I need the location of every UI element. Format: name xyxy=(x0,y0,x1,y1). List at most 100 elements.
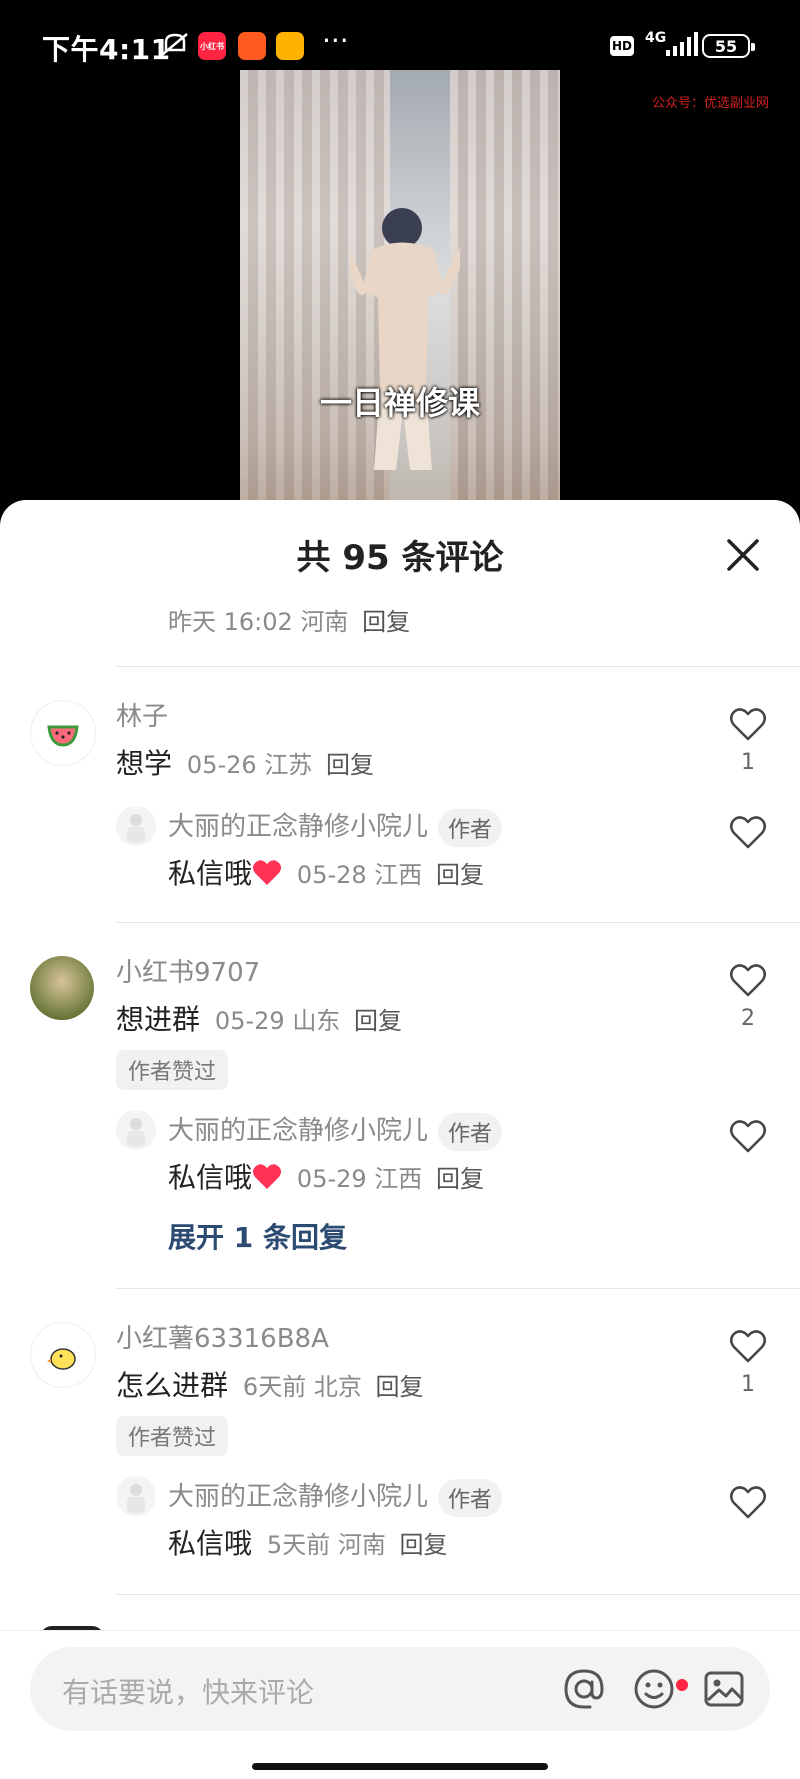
reply-button[interactable]: 回复 xyxy=(436,861,484,889)
comment-time: 05-29 xyxy=(214,1007,285,1035)
divider xyxy=(116,666,800,667)
reply-body[interactable]: 私信哦 05-28 江西 回复 xyxy=(168,852,484,892)
divider xyxy=(116,922,800,923)
comment-username[interactable]: 林子 xyxy=(116,696,168,733)
reply-username[interactable]: 大丽的正念静修小院儿 xyxy=(168,1482,428,1512)
heart-outline-icon xyxy=(730,708,766,741)
author-avatar[interactable] xyxy=(116,1110,156,1150)
avatar[interactable] xyxy=(30,956,94,1020)
at-icon xyxy=(564,1669,604,1709)
reply-location: 江西 xyxy=(374,861,423,889)
divider xyxy=(116,1594,800,1595)
signal-icon xyxy=(666,32,698,56)
reply-time: 05-29 xyxy=(296,1165,367,1193)
reply-text: 私信哦 xyxy=(168,857,253,890)
comments-sheet: 共 95 条评论 昨天 16:02 河南 回复 林子 想学 05-26 江苏 回… xyxy=(0,500,800,1779)
reply-username-row: 大丽的正念静修小院儿 作者 xyxy=(168,1476,503,1517)
emoji-button[interactable] xyxy=(632,1667,676,1711)
watermark: 公众号：优选副业网 xyxy=(652,96,770,111)
video-person-figure xyxy=(350,208,460,470)
author-liked-tag: 作者赞过 xyxy=(116,1416,229,1456)
reply-button[interactable]: 回复 xyxy=(326,751,374,779)
reply-text: 私信哦 xyxy=(168,1527,253,1560)
reply-location: 河南 xyxy=(337,1531,386,1559)
author-avatar-image xyxy=(127,814,145,843)
comment-location: 北京 xyxy=(313,1373,362,1401)
comment-time: 昨天 16:02 xyxy=(168,608,293,636)
author-avatar-image xyxy=(127,1118,145,1147)
avatar[interactable] xyxy=(30,700,96,766)
heart-outline-icon xyxy=(730,1486,766,1519)
avatar[interactable] xyxy=(30,1322,96,1388)
previous-comment-meta: 昨天 16:02 河南 回复 xyxy=(168,602,410,637)
comments-count-title: 共 95 条评论 xyxy=(296,538,504,578)
heart-outline-icon xyxy=(730,816,766,849)
mention-button[interactable] xyxy=(562,1667,606,1711)
reply-button[interactable]: 回复 xyxy=(354,1007,402,1035)
reply-time: 5天前 xyxy=(266,1531,331,1559)
reply-body[interactable]: 私信哦 05-29 江西 回复 xyxy=(168,1156,484,1196)
comment-input-placeholder: 有话要说，快来评论 xyxy=(62,1676,315,1709)
app-icon xyxy=(238,32,266,60)
like-button[interactable]: 1 xyxy=(728,706,768,775)
reply-button[interactable]: 回复 xyxy=(362,608,410,636)
author-badge: 作者 xyxy=(438,1478,503,1517)
status-time: 下午4:11 xyxy=(42,33,171,66)
more-notifications-icon: ··· xyxy=(322,24,349,57)
like-button[interactable] xyxy=(728,814,768,850)
comment-text: 想学 xyxy=(116,747,173,780)
like-button[interactable]: 1 xyxy=(728,1328,768,1397)
reply-location: 江西 xyxy=(374,1165,423,1193)
reply-time: 05-28 xyxy=(296,861,367,889)
author-badge: 作者 xyxy=(438,808,503,847)
comment-body[interactable]: 想进群 05-29 山东 回复 xyxy=(116,998,402,1038)
like-button[interactable] xyxy=(728,1118,768,1154)
reply-username-row: 大丽的正念静修小院儿 作者 xyxy=(168,806,503,847)
comment-location: 河南 xyxy=(300,608,349,636)
hd-icon: HD xyxy=(610,36,634,56)
author-liked-tag: 作者赞过 xyxy=(116,1050,229,1090)
comment-body[interactable]: 怎么进群 6天前 北京 回复 xyxy=(116,1364,423,1404)
home-indicator[interactable] xyxy=(252,1763,548,1770)
author-avatar-image xyxy=(127,1484,145,1513)
video-caption: 一日禅修课 xyxy=(319,384,480,422)
comment-username[interactable]: 小红薯63316B8A xyxy=(116,1318,329,1355)
mute-icon xyxy=(162,33,188,55)
emoji-icon xyxy=(634,1669,674,1709)
reply-username[interactable]: 大丽的正念静修小院儿 xyxy=(168,1116,428,1146)
watermelon-avatar-icon xyxy=(47,725,79,747)
like-count: 1 xyxy=(741,750,755,775)
close-icon xyxy=(727,539,759,571)
reply-button[interactable]: 回复 xyxy=(375,1373,423,1401)
reply-username-row: 大丽的正念静修小院儿 作者 xyxy=(168,1110,503,1151)
expand-replies-button[interactable]: 展开 1 条回复 xyxy=(168,1216,347,1256)
author-avatar[interactable] xyxy=(116,1476,156,1516)
reply-text: 私信哦 xyxy=(168,1161,253,1194)
close-button[interactable] xyxy=(724,536,762,574)
reply-button[interactable]: 回复 xyxy=(399,1531,447,1559)
like-count: 2 xyxy=(741,1006,755,1031)
video-curtain-right xyxy=(450,70,560,510)
comment-location: 江苏 xyxy=(264,751,313,779)
like-button[interactable]: 2 xyxy=(728,962,768,1031)
comment-username[interactable]: 小红书9707 xyxy=(116,952,260,989)
divider xyxy=(116,1288,800,1289)
comment-input[interactable]: 有话要说，快来评论 xyxy=(30,1647,770,1731)
video-player[interactable]: 一日禅修课 xyxy=(240,70,560,510)
reply-button[interactable]: 回复 xyxy=(436,1165,484,1193)
image-button[interactable] xyxy=(702,1667,746,1711)
xiaohongshu-app-icon: 小红书 xyxy=(198,32,226,60)
heart-emoji-icon xyxy=(253,1164,282,1189)
reply-body[interactable]: 私信哦 5天前 河南 回复 xyxy=(168,1522,447,1562)
heart-outline-icon xyxy=(730,1330,766,1363)
author-avatar[interactable] xyxy=(116,806,156,846)
comment-input-bar: 有话要说，快来评论 xyxy=(0,1630,800,1779)
notification-dot xyxy=(676,1679,688,1691)
heart-outline-icon xyxy=(730,1120,766,1153)
heart-outline-icon xyxy=(730,964,766,997)
like-button[interactable] xyxy=(728,1484,768,1520)
comment-time: 05-26 xyxy=(186,751,257,779)
reply-username[interactable]: 大丽的正念静修小院儿 xyxy=(168,812,428,842)
comment-time: 6天前 xyxy=(242,1373,307,1401)
comment-body[interactable]: 想学 05-26 江苏 回复 xyxy=(116,742,374,782)
